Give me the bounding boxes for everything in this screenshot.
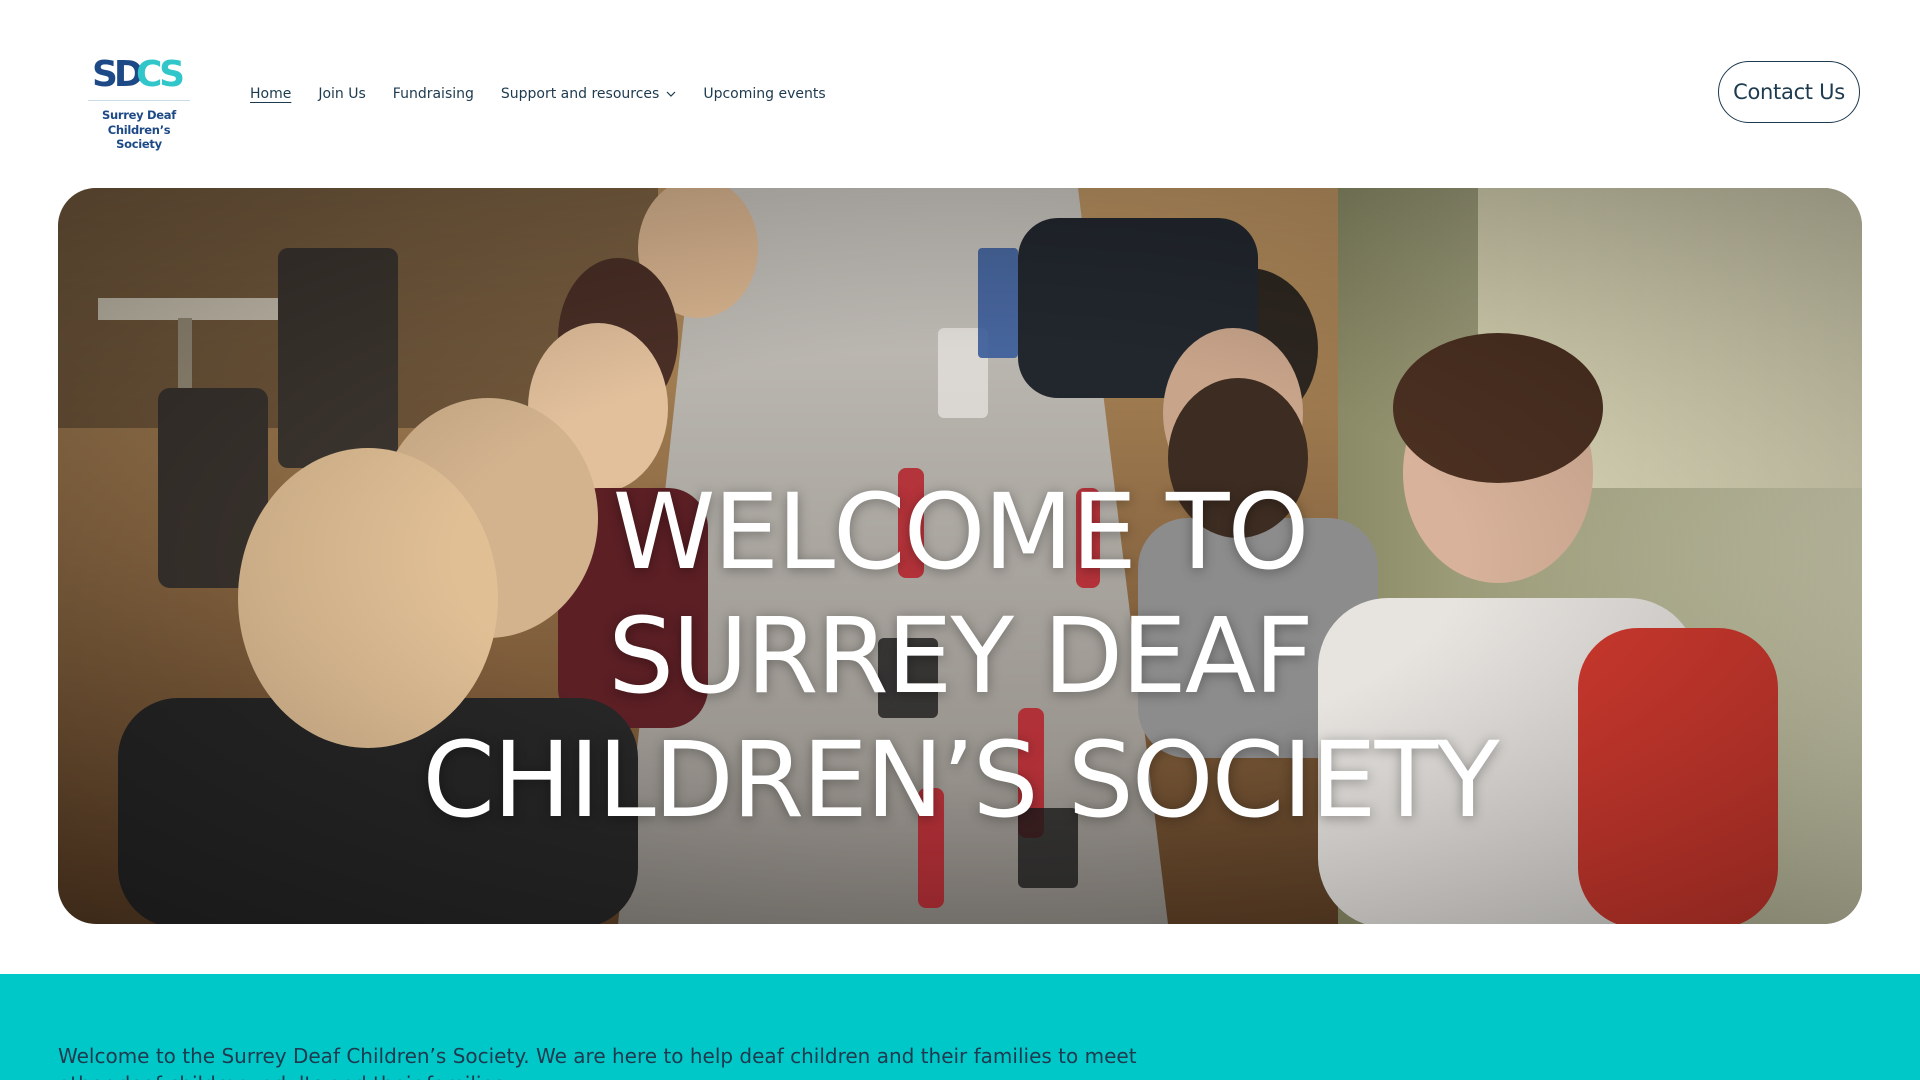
hero-title-line2: SURREY DEAF <box>608 594 1314 717</box>
nav-fundraising[interactable]: Fundraising <box>393 86 474 102</box>
nav-upcoming-events[interactable]: Upcoming events <box>703 86 825 102</box>
hero-banner: WELCOME TO SURREY DEAF CHILDREN’S SOCIET… <box>58 188 1862 924</box>
hero-title: WELCOME TO SURREY DEAF CHILDREN’S SOCIET… <box>58 470 1862 842</box>
nav-support-label: Support and resources <box>500 86 660 102</box>
logo-mark-icon: SD CS <box>92 54 186 95</box>
nav-home[interactable]: Home <box>250 86 291 102</box>
logo-divider <box>88 100 190 101</box>
logo-text-line2: Children’s Society <box>107 123 171 151</box>
hero-title-line1: WELCOME TO <box>612 470 1310 593</box>
intro-text: Welcome to the Surrey Deaf Children’s So… <box>58 1044 1137 1080</box>
intro-section: Welcome to the Surrey Deaf Children’s So… <box>0 974 1920 1080</box>
page: SD CS Surrey Deaf Children’s Society Hom… <box>0 0 1920 1080</box>
nav-join-us[interactable]: Join Us <box>318 86 365 102</box>
hero-title-line3: CHILDREN’S SOCIETY <box>422 718 1499 841</box>
svg-text:SD: SD <box>92 54 142 95</box>
site-logo[interactable]: SD CS Surrey Deaf Children’s Society <box>84 50 194 151</box>
contact-us-button[interactable]: Contact Us <box>1718 61 1860 123</box>
chevron-down-icon <box>666 91 676 97</box>
nav-support-and-resources[interactable]: Support and resources <box>501 86 676 102</box>
logo-text-line1: Surrey Deaf <box>102 108 176 122</box>
svg-text:CS: CS <box>136 54 183 95</box>
main-nav: Home Join Us Fundraising Support and res… <box>250 82 853 106</box>
site-header: SD CS Surrey Deaf Children’s Society Hom… <box>0 0 1920 188</box>
